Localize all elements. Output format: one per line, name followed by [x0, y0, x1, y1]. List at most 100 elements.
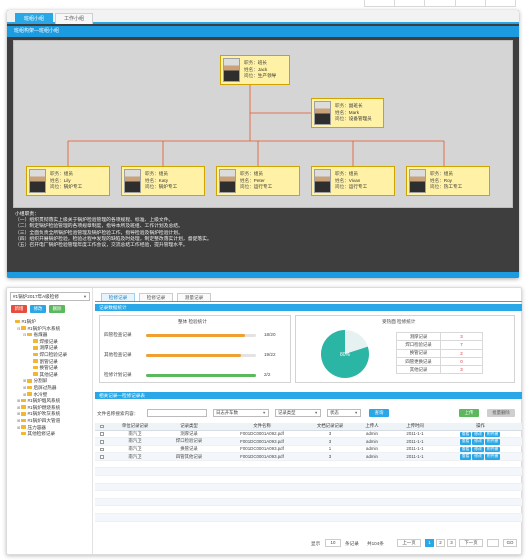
- page-button[interactable]: 1: [425, 539, 434, 547]
- org-card-member[interactable]: 职务：组员 姓名：Roy 岗位：热工专工: [406, 166, 490, 196]
- row-select-cell[interactable]: [95, 445, 109, 454]
- row-checkbox[interactable]: [100, 439, 104, 444]
- corner-table-fragment: [364, 0, 516, 7]
- avatar: [29, 169, 46, 193]
- search-button[interactable]: 查询: [369, 409, 389, 417]
- page-button[interactable]: 3: [447, 539, 456, 547]
- org-card-member[interactable]: 职务：组员 姓名：Vivan 岗位：运行专工: [311, 166, 395, 196]
- view-button[interactable]: 查看: [459, 446, 472, 453]
- tree-node[interactable]: ⊟ 省煤器: [11, 332, 93, 339]
- table-row[interactable]: [95, 513, 522, 522]
- tree-node[interactable]: ⊟ #1锅炉汽水系统: [11, 326, 93, 333]
- delete-button[interactable]: 删除: [49, 305, 65, 313]
- next-page-button[interactable]: 下一页: [459, 539, 483, 547]
- org-card-member[interactable]: 职务：组员 姓名：Katy 岗位：锅炉专工: [121, 166, 205, 196]
- add-button[interactable]: 新增: [11, 305, 27, 313]
- tree-node-label: #1锅炉汽水系统: [27, 325, 61, 331]
- count-row: 其他记录 3: [396, 365, 483, 375]
- row-select-cell[interactable]: [95, 430, 109, 439]
- tab-overhaul-record[interactable]: 检修记录: [101, 293, 135, 301]
- attachment-delete-button[interactable]: 附件删: [484, 446, 501, 453]
- table-row[interactable]: [95, 460, 522, 469]
- filename-search-input[interactable]: [147, 409, 207, 417]
- org-card-member[interactable]: 职务：组员 姓名：Lily 岗位：锅炉专工: [26, 166, 110, 196]
- progress-label: 其他检查记录: [104, 352, 132, 357]
- per-page-select[interactable]: 10: [325, 539, 341, 547]
- col-header[interactable]: 文档记录记录: [307, 423, 353, 431]
- row-select-cell[interactable]: [95, 437, 109, 446]
- tree-node[interactable]: 其他记录: [11, 372, 93, 379]
- dept-key: 岗位：: [430, 184, 444, 189]
- edit-row-button[interactable]: 修改: [472, 454, 484, 460]
- tree-node[interactable]: ⊞ 后屏过热器: [11, 385, 93, 392]
- prev-page-button[interactable]: 上一页: [397, 539, 421, 547]
- view-button[interactable]: 查看: [459, 454, 472, 460]
- tab-measure-record[interactable]: 测量记录: [177, 293, 211, 301]
- tree-node[interactable]: ⊞ #1锅炉吹灰系统: [11, 411, 93, 418]
- table-row[interactable]: [95, 475, 522, 484]
- empty-cell: [439, 513, 522, 522]
- row-checkbox[interactable]: [100, 432, 104, 436]
- go-button[interactable]: GO: [503, 539, 517, 547]
- col-header[interactable]: 上传时间: [391, 423, 439, 431]
- status-select[interactable]: 状态 ▼: [327, 409, 361, 417]
- upload-button[interactable]: 上传: [459, 409, 479, 417]
- org-card-member[interactable]: 职务：组员 姓名：Peter 岗位：运行专工: [216, 166, 300, 196]
- table-row[interactable]: [95, 467, 522, 477]
- tab-team-group[interactable]: 班组小组: [15, 13, 53, 24]
- org-card-deputy[interactable]: 职务：副班长 姓名：Mark 岗位：设备管理员: [311, 98, 384, 128]
- overhaul-select[interactable]: #1锅炉2017年A级检修 ▼: [10, 292, 90, 301]
- col-header[interactable]: 单位记录记录: [109, 423, 161, 431]
- edit-button[interactable]: 修改: [30, 305, 46, 313]
- table-row[interactable]: [95, 490, 522, 499]
- cell-date: 2011-1-1: [391, 452, 439, 461]
- record-type-select[interactable]: 记录类型 ▼: [275, 409, 321, 417]
- select-all-header[interactable]: [95, 423, 109, 431]
- page-button[interactable]: 2: [436, 539, 445, 547]
- attachment-delete-button[interactable]: 附件删: [484, 439, 501, 445]
- tree-node[interactable]: #1锅炉: [11, 319, 93, 326]
- view-button[interactable]: 查看: [459, 431, 472, 438]
- page-jump-input[interactable]: [487, 539, 499, 547]
- tree-node[interactable]: 测厚记录: [11, 345, 93, 352]
- table-row[interactable]: [95, 498, 522, 507]
- count-label: 其他记录: [396, 365, 441, 375]
- tab-work-group[interactable]: 工作小组: [55, 13, 93, 24]
- edit-row-button[interactable]: 修改: [472, 446, 484, 453]
- batch-delete-button[interactable]: 批量删除: [487, 409, 515, 417]
- table-row[interactable]: [95, 505, 522, 515]
- tree-node[interactable]: 换管记录: [11, 365, 93, 372]
- cell-type: 测厚记录: [161, 430, 217, 439]
- edit-row-button[interactable]: 修改: [472, 431, 484, 438]
- tree-node[interactable]: ⊞ 分割屏: [11, 378, 93, 385]
- attachment-delete-button[interactable]: 附件删: [484, 431, 501, 438]
- total-count: 共104条: [367, 541, 384, 546]
- empty-cell: [217, 505, 307, 515]
- table-row[interactable]: 南汽卫 换管记录 F001DC0001A093.pdf 1 admin 2011-1-1 查…: [95, 445, 522, 454]
- tree-node[interactable]: ⊞ #1锅炉四大管道: [11, 418, 93, 425]
- select-all-checkbox[interactable]: [100, 424, 104, 429]
- col-header[interactable]: 记录类型: [161, 423, 217, 431]
- col-header[interactable]: 文件名称: [217, 423, 307, 431]
- tree-node[interactable]: 焊口检验记录: [11, 352, 93, 359]
- tab-maintenance-record[interactable]: 检修记录: [139, 293, 173, 301]
- date-filter-select[interactable]: 日志开车数 ▼: [213, 409, 269, 417]
- org-card-leader[interactable]: 职务：班长 姓名：Jack 岗位：生产领导: [220, 55, 290, 85]
- folder-icon: [15, 319, 20, 324]
- row-checkbox[interactable]: [100, 455, 104, 459]
- row-select-cell[interactable]: [95, 452, 109, 461]
- tree-node[interactable]: ⊞ #1锅炉烟风系统: [11, 398, 93, 405]
- row-checkbox[interactable]: [100, 447, 104, 452]
- folder-icon: [27, 378, 32, 383]
- view-button[interactable]: 查看: [459, 439, 472, 445]
- tree-node[interactable]: 其他检修记录: [11, 431, 93, 438]
- table-row[interactable]: 南汽卫 焊口检验记录 F001DC0001A093.pdf 3 admin 2011-1-…: [95, 437, 522, 446]
- table-row[interactable]: 南汽卫 测厚记录 F001DC0001A092.pdf 3 admin 2011-1-1 查…: [95, 430, 522, 439]
- col-header[interactable]: 上传人: [353, 423, 391, 431]
- edit-row-button[interactable]: 修改: [472, 439, 484, 445]
- member-dept: 运行专工: [253, 184, 273, 189]
- table-row[interactable]: 南汽卫 四管其他记录 F001DC0001A093.pdf 3 admin 2011-1-…: [95, 452, 522, 461]
- attachment-delete-button[interactable]: 附件删: [484, 454, 501, 460]
- member-dept: 热工专工: [443, 184, 463, 189]
- table-row[interactable]: [95, 483, 522, 492]
